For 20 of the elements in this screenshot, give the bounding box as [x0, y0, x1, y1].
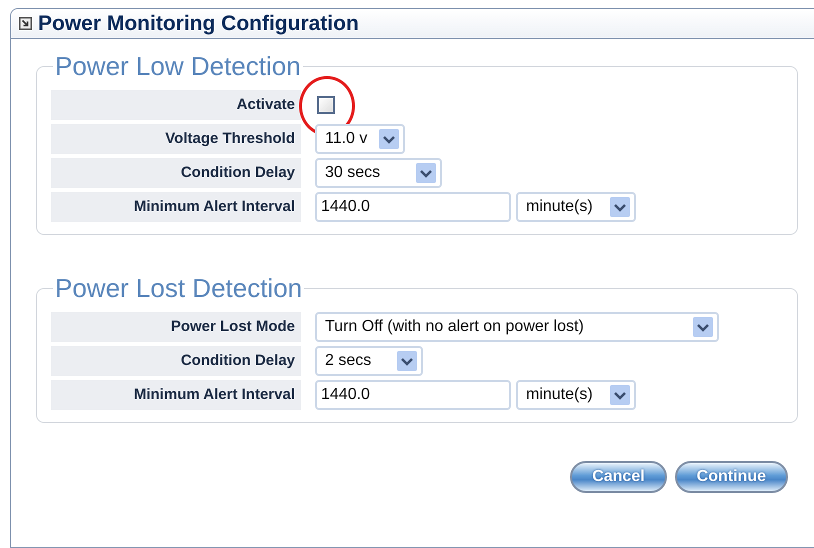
field-label: Power Lost Mode: [51, 312, 301, 342]
section-title: Power Lost Detection: [54, 273, 304, 304]
section-title: Power Low Detection: [54, 51, 302, 82]
dropdown-field[interactable]: 2 secs: [315, 346, 423, 376]
input-field[interactable]: 1440.0: [315, 192, 511, 222]
field-label: Voltage Threshold: [51, 124, 301, 154]
dropdown-field[interactable]: minute(s): [516, 192, 636, 222]
field-label: Minimum Alert Interval: [51, 192, 301, 222]
dropdown-field[interactable]: 30 secs: [315, 158, 442, 188]
dropdown-field[interactable]: 11.0 v: [315, 124, 405, 154]
collapse-icon[interactable]: [19, 17, 32, 30]
field-label: Activate: [51, 90, 301, 120]
window-title: Power Monitoring Configuration: [38, 12, 359, 36]
field-label: Condition Delay: [51, 158, 301, 188]
dropdown-field[interactable]: Turn Off (with no alert on power lost): [315, 312, 719, 342]
field-label: Condition Delay: [51, 346, 301, 376]
checkbox[interactable]: [317, 96, 335, 114]
field-label: Minimum Alert Interval: [51, 380, 301, 410]
input-field[interactable]: 1440.0: [315, 380, 511, 410]
dropdown-field[interactable]: minute(s): [516, 380, 636, 410]
